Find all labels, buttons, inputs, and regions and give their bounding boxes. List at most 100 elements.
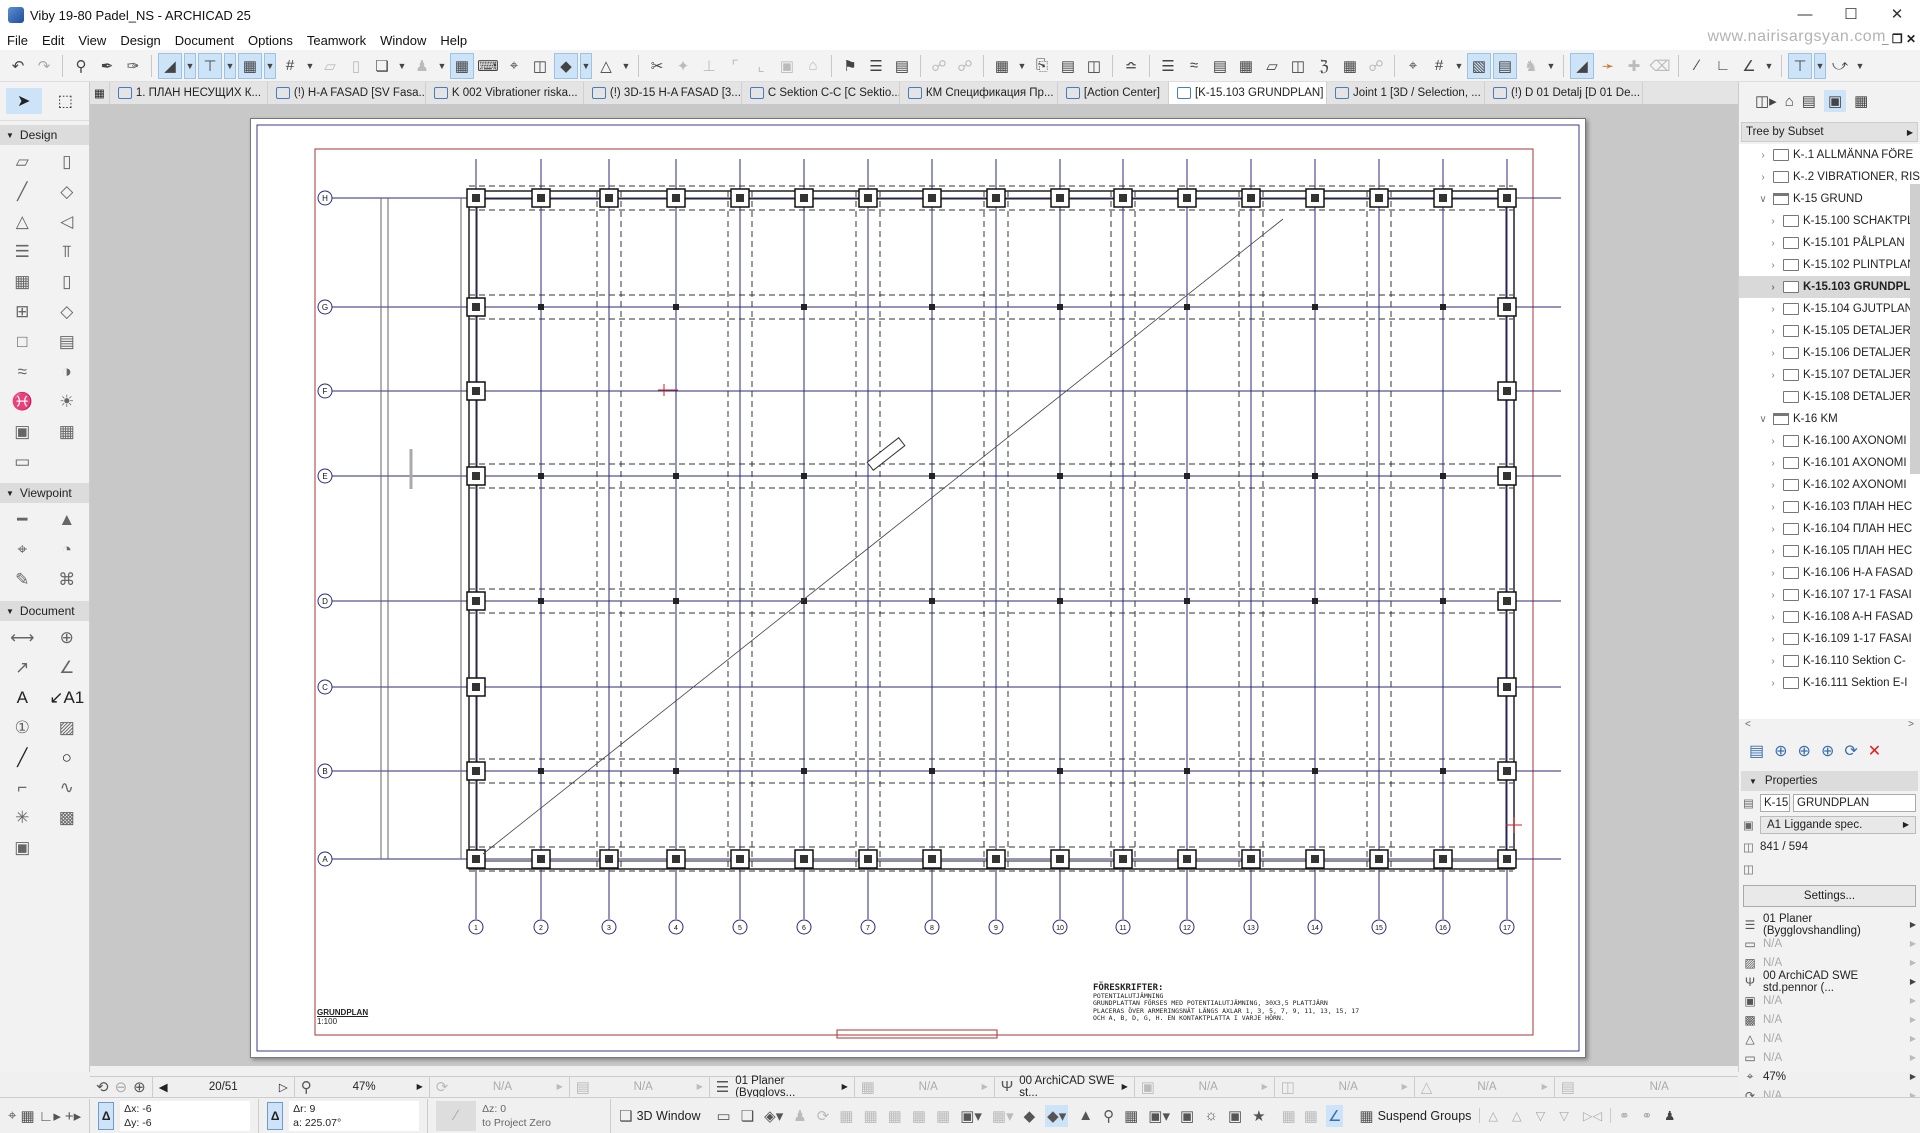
chevron-right-icon[interactable]: › [1767, 568, 1779, 579]
navigator-tree-item[interactable]: › K-15.105 DETALJER [1739, 320, 1920, 342]
pen-set-value[interactable]: 00 ArchiCAD SWE st... [1019, 1075, 1115, 1099]
chevron-right-icon[interactable]: › [1767, 436, 1779, 447]
toolbox-section-design[interactable]: ▼ Design [0, 125, 89, 145]
fit-icon[interactable]: ▦ [839, 1107, 853, 1125]
update-icon[interactable]: ⟳ [1844, 741, 1857, 761]
chevron-right-icon[interactable]: › [1767, 524, 1779, 535]
corner-window-tool-icon[interactable]: □ [0, 329, 45, 355]
angle-icon[interactable]: ∠ [1737, 53, 1761, 79]
shell-tool-icon[interactable]: ◁ [45, 209, 90, 235]
lamp-tool-icon[interactable]: ☀ [45, 389, 90, 415]
reserve-icon[interactable]: ♟ [1664, 1108, 1675, 1123]
layer-2-icon[interactable]: ≈ [1182, 53, 1206, 79]
navigator-tree-item[interactable]: › K-.2 VIBRATIONER, RIS [1739, 166, 1920, 188]
measure-icon[interactable]: ≏ [1119, 53, 1143, 79]
chevron-right-icon[interactable]: › [1767, 546, 1779, 557]
explore-icon[interactable]: ▦ [863, 1107, 877, 1125]
reset-order-icon[interactable]: ▷◁ [1583, 1108, 1602, 1123]
chevron-right-icon[interactable]: › [1767, 216, 1779, 227]
walk-icon[interactable]: ♟ [793, 1107, 806, 1125]
master-layout-select[interactable]: A1 Liggande spec. ▶ [1760, 816, 1916, 834]
xy-coordinates[interactable]: Δx: -6 Δy: -6 [120, 1100, 251, 1131]
tab-view[interactable]: (!) D 01 Detalj [D 01 De... [1485, 82, 1643, 104]
toolbox-section-viewpoint[interactable]: ▼ Viewpoint [0, 483, 89, 503]
new-subset-icon[interactable]: ⊕ [1821, 741, 1834, 761]
line-tool-icon[interactable]: ╱ [0, 745, 45, 771]
window-tool-icon[interactable]: ⊞ [0, 299, 45, 325]
send-backward-icon[interactable]: ▽ [1536, 1108, 1546, 1123]
guide-remove-icon[interactable]: ✚ [1622, 53, 1646, 79]
offset-icon[interactable]: ▣ [775, 53, 799, 79]
movie-camera-icon[interactable]: ▣ [1228, 1107, 1242, 1125]
chevron-down-icon[interactable]: ∨ [1757, 414, 1769, 425]
chevron-right-icon[interactable]: › [1767, 480, 1779, 491]
menu-file[interactable]: File [0, 33, 35, 48]
lock-icon[interactable]: ♞ [1519, 53, 1543, 79]
light-icon[interactable]: ☼ [1204, 1107, 1218, 1124]
properties-header[interactable]: ▼ Properties [1741, 771, 1918, 791]
chevron-right-icon[interactable]: › [1767, 634, 1779, 645]
property-icon[interactable]: ▤ [1056, 53, 1080, 79]
group-icon[interactable]: ◫ [528, 53, 552, 79]
relink-icon[interactable]: ☍ [953, 53, 977, 79]
chevron-right-icon[interactable]: › [1757, 172, 1769, 183]
tree-vertical-scrollbar[interactable] [1910, 184, 1920, 474]
slab-tool-icon[interactable]: ◇ [45, 179, 90, 205]
camera-tool-icon[interactable]: ⌘ [45, 567, 90, 593]
split-icon[interactable]: ⊥ [697, 53, 721, 79]
chevron-down-icon[interactable]: ▼ [184, 52, 196, 79]
menu-view[interactable]: View [71, 33, 113, 48]
tree-horizontal-scrollbar[interactable]: < > [1739, 719, 1920, 733]
hotspot-tool-icon[interactable]: ✳ [0, 805, 45, 831]
section-box-icon[interactable]: ▦ [1124, 1107, 1138, 1125]
mesh-tool-icon[interactable]: ≈ [0, 359, 45, 385]
navigator-tree-item[interactable]: › K-15.102 PLINTPLAN [1739, 254, 1920, 276]
scissors-icon[interactable]: ✂ [645, 53, 669, 79]
eraser-icon[interactable]: ⌫ [1648, 53, 1672, 79]
object-tool-icon[interactable]: ♓ [0, 389, 45, 415]
chevron-down-icon[interactable]: ▼ [1854, 53, 1866, 79]
align-icon[interactable]: ▦ [1338, 53, 1362, 79]
plane-icon[interactable]: ▦ [936, 1107, 950, 1125]
layer-1-icon[interactable]: ☰ [1156, 53, 1180, 79]
interior-elevation-tool-icon[interactable]: ⌖ [0, 537, 45, 563]
chevron-down-icon[interactable]: ▼ [304, 53, 316, 79]
filter-icon[interactable]: ▦▾ [992, 1107, 1014, 1125]
chevron-right-icon[interactable]: › [1767, 458, 1779, 469]
table-icon[interactable]: ▦ [990, 53, 1014, 79]
chevron-down-icon[interactable]: ▼ [580, 52, 592, 79]
orbit-icon[interactable]: ⟳ [817, 1107, 830, 1125]
adjust-icon[interactable]: ⌜ [723, 53, 747, 79]
navigator-tree-item[interactable]: › K-16.111 Sektion E-I [1739, 672, 1920, 694]
grid-axes-icon[interactable]: ∟▸ [39, 1107, 61, 1125]
polyline-tool-icon[interactable]: ⌐ [0, 775, 45, 801]
navigator-tree-item[interactable]: › K-16.105 ПЛАН НЕС [1739, 540, 1920, 562]
guide-lines-icon[interactable]: ◢ [158, 52, 182, 79]
chevron-down-icon[interactable]: ▼ [620, 53, 632, 79]
label-icon[interactable]: ▤ [890, 53, 914, 79]
fill-icon[interactable]: ◆ [554, 52, 578, 79]
level-dimension-tool-icon[interactable]: ↗ [0, 655, 45, 681]
chevron-right-icon[interactable]: › [1767, 370, 1779, 381]
unlock-icon[interactable]: ⚭ [1642, 1108, 1652, 1123]
section-tool-icon[interactable]: ━ [0, 507, 45, 533]
tab-view[interactable]: [Action Center] [1058, 82, 1169, 104]
label-tool-icon[interactable]: ↙A1 [45, 685, 90, 711]
chevron-right-icon[interactable]: › [1767, 326, 1779, 337]
guide-tool-icon[interactable]: ◢ [1570, 52, 1594, 79]
tab-view[interactable]: (!) H-A FASAD [SV Fasa... [268, 82, 426, 104]
pen-icon[interactable]: ⏥ [1260, 53, 1284, 79]
project-map-icon[interactable]: ⌂ [1785, 93, 1794, 110]
chevron-right-icon[interactable]: › [1757, 150, 1769, 161]
user-icon[interactable]: ♟ [410, 53, 434, 79]
snap-points-icon[interactable]: ⊤ [1788, 52, 1812, 79]
layout-book-icon[interactable]: ▣ [1823, 90, 1847, 112]
detail-tool-icon[interactable]: ✎ [0, 567, 45, 593]
zoom-icon[interactable]: ⚲ [301, 1078, 312, 1096]
text-style-icon[interactable]: ℨ [1312, 53, 1336, 79]
next-page-icon[interactable]: ▷ [279, 1080, 288, 1094]
list-icon[interactable]: ☰ [864, 53, 888, 79]
close-button[interactable]: ✕ [1874, 0, 1920, 30]
chevron-down-icon[interactable]: ▼ [224, 52, 236, 79]
beam-tool-icon[interactable]: ╱ [0, 179, 45, 205]
